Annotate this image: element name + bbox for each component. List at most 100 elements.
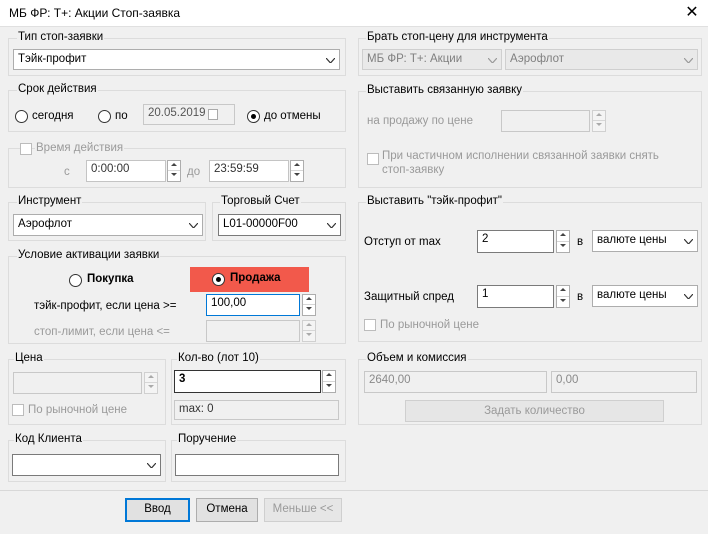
chevron-down-icon [326,57,335,63]
qty-input[interactable]: 3 [174,370,321,393]
take-profit-price-label: тэйк-профит, если цена >= [34,300,177,312]
order-type-select[interactable]: Тэйк-профит [13,49,340,70]
qty-max: max: 0 [174,400,339,420]
offset-unit-value: валюте цены [597,234,667,246]
radio-until-cancel[interactable] [247,110,260,123]
time-to-stepper[interactable] [290,160,304,182]
chevron-down-icon [684,57,693,63]
offset-value: 2 [482,233,489,245]
spread-in-label: в [577,291,584,303]
instrument-label: Инструмент [17,195,83,207]
take-profit-legend: Выставить "тэйк-профит" [366,195,503,207]
time-legend: Время действия [35,142,125,154]
tp-market-label: По рыночной цене [380,319,479,331]
spread-label: Защитный спред [364,291,454,303]
radio-today-label: сегодня [32,110,74,122]
instrument-select[interactable]: Аэрофлот [13,214,203,236]
time-from-field[interactable]: 0:00:00 [86,160,166,182]
linked-price-input[interactable] [501,110,590,132]
stop-limit-price-input[interactable] [206,320,300,342]
offset-unit-select[interactable]: валюте цены [592,230,698,252]
stop-source-class-select[interactable]: МБ ФР: Т+: Акции [362,49,502,70]
bottom-separator [0,490,708,491]
price-market-label: По рыночной цене [28,404,127,416]
chevron-down-icon [684,294,693,299]
price-input[interactable] [13,372,142,394]
comment-input[interactable] [175,454,339,476]
calendar-icon[interactable] [208,109,218,120]
radio-sell-label: Продажа [230,272,281,284]
take-profit-price-stepper[interactable] [302,294,316,316]
time-from-stepper[interactable] [167,160,181,182]
stop-source-instrument-value: Аэрофлот [510,53,565,65]
window-title: МБ ФР: Т+: Акции Стоп-заявка [9,6,181,20]
time-to-value: 23:59:59 [214,163,259,175]
linked-sell-price-label: на продажу по цене [367,115,473,127]
offset-stepper[interactable] [556,230,570,253]
stop-source-legend: Брать стоп-цену для инструмента [366,31,549,43]
volume-amount-value: 2640,00 [369,374,411,386]
volume-amount-field: 2640,00 [364,371,547,393]
order-type-value: Тэйк-профит [18,53,87,65]
chevron-down-icon [684,239,693,244]
volume-legend: Объем и комиссия [366,352,468,364]
offset-input[interactable]: 2 [477,230,554,253]
activation-legend: Условие активации заявки [17,249,161,261]
client-select[interactable] [12,454,161,476]
validity-legend: Срок действия [17,83,98,95]
stop-source-instrument-select[interactable]: Аэрофлот [505,49,698,70]
chevron-down-icon [189,223,198,228]
order-type-legend: Тип стоп-заявки [17,31,105,43]
comment-legend: Поручение [177,433,238,445]
tp-market-checkbox[interactable] [364,319,376,331]
radio-buy-label: Покупка [87,273,134,285]
offset-label: Отступ от max [364,236,441,248]
take-profit-price-input[interactable]: 100,00 [206,294,300,316]
linked-order-legend: Выставить связанную заявку [366,84,524,96]
less-button[interactable]: Меньше << [264,498,342,522]
date-field[interactable]: 20.05.2019 [143,104,235,125]
time-checkbox[interactable] [20,143,32,155]
cancel-button[interactable]: Отмена [196,498,258,522]
spread-stepper[interactable] [556,285,570,308]
commission-field: 0,00 [551,371,697,393]
submit-button[interactable]: Ввод [125,498,190,522]
stop-source-class-value: МБ ФР: Т+: Акции [367,53,463,65]
radio-until-cancel-label: до отмены [264,110,321,122]
price-stepper[interactable] [144,372,158,394]
instrument-value: Аэрофлот [18,218,73,230]
set-quantity-button[interactable]: Задать количество [405,400,664,422]
close-icon[interactable]: ✕ [682,3,702,23]
linked-price-stepper[interactable] [592,110,606,132]
chevron-down-icon [488,57,497,63]
radio-today[interactable] [15,110,28,123]
client-legend: Код Клиента [14,433,83,445]
cancel-on-partial-label: При частичном исполнении связанной заявк… [382,150,659,176]
time-to-label: до [187,166,201,178]
cancel-on-partial-checkbox[interactable] [367,153,379,165]
qty-legend: Кол-во (лот 10) [177,352,260,364]
account-value: L01-00000F00 [223,218,298,230]
spread-input[interactable]: 1 [477,285,554,308]
radio-buy[interactable] [69,274,82,287]
chevron-down-icon [147,463,156,468]
price-legend: Цена [14,352,44,364]
take-profit-price-value: 100,00 [211,297,247,309]
date-value: 20.05.2019 [148,107,206,119]
account-select[interactable]: L01-00000F00 [218,214,341,236]
qty-value: 3 [179,373,186,385]
radio-until-label: по [115,110,128,122]
radio-until-date[interactable] [98,110,111,123]
spread-value: 1 [482,288,489,300]
price-market-checkbox[interactable] [12,404,24,416]
qty-stepper[interactable] [322,370,336,393]
commission-value: 0,00 [556,374,579,386]
account-label: Торговый Счет [220,195,301,207]
time-from-label: с [64,166,70,178]
spread-unit-select[interactable]: валюте цены [592,285,698,307]
offset-in-label: в [577,236,584,248]
qty-max-value: max: 0 [179,403,214,415]
time-to-field[interactable]: 23:59:59 [209,160,289,182]
stop-limit-price-stepper[interactable] [302,320,316,342]
radio-sell[interactable] [212,273,225,286]
